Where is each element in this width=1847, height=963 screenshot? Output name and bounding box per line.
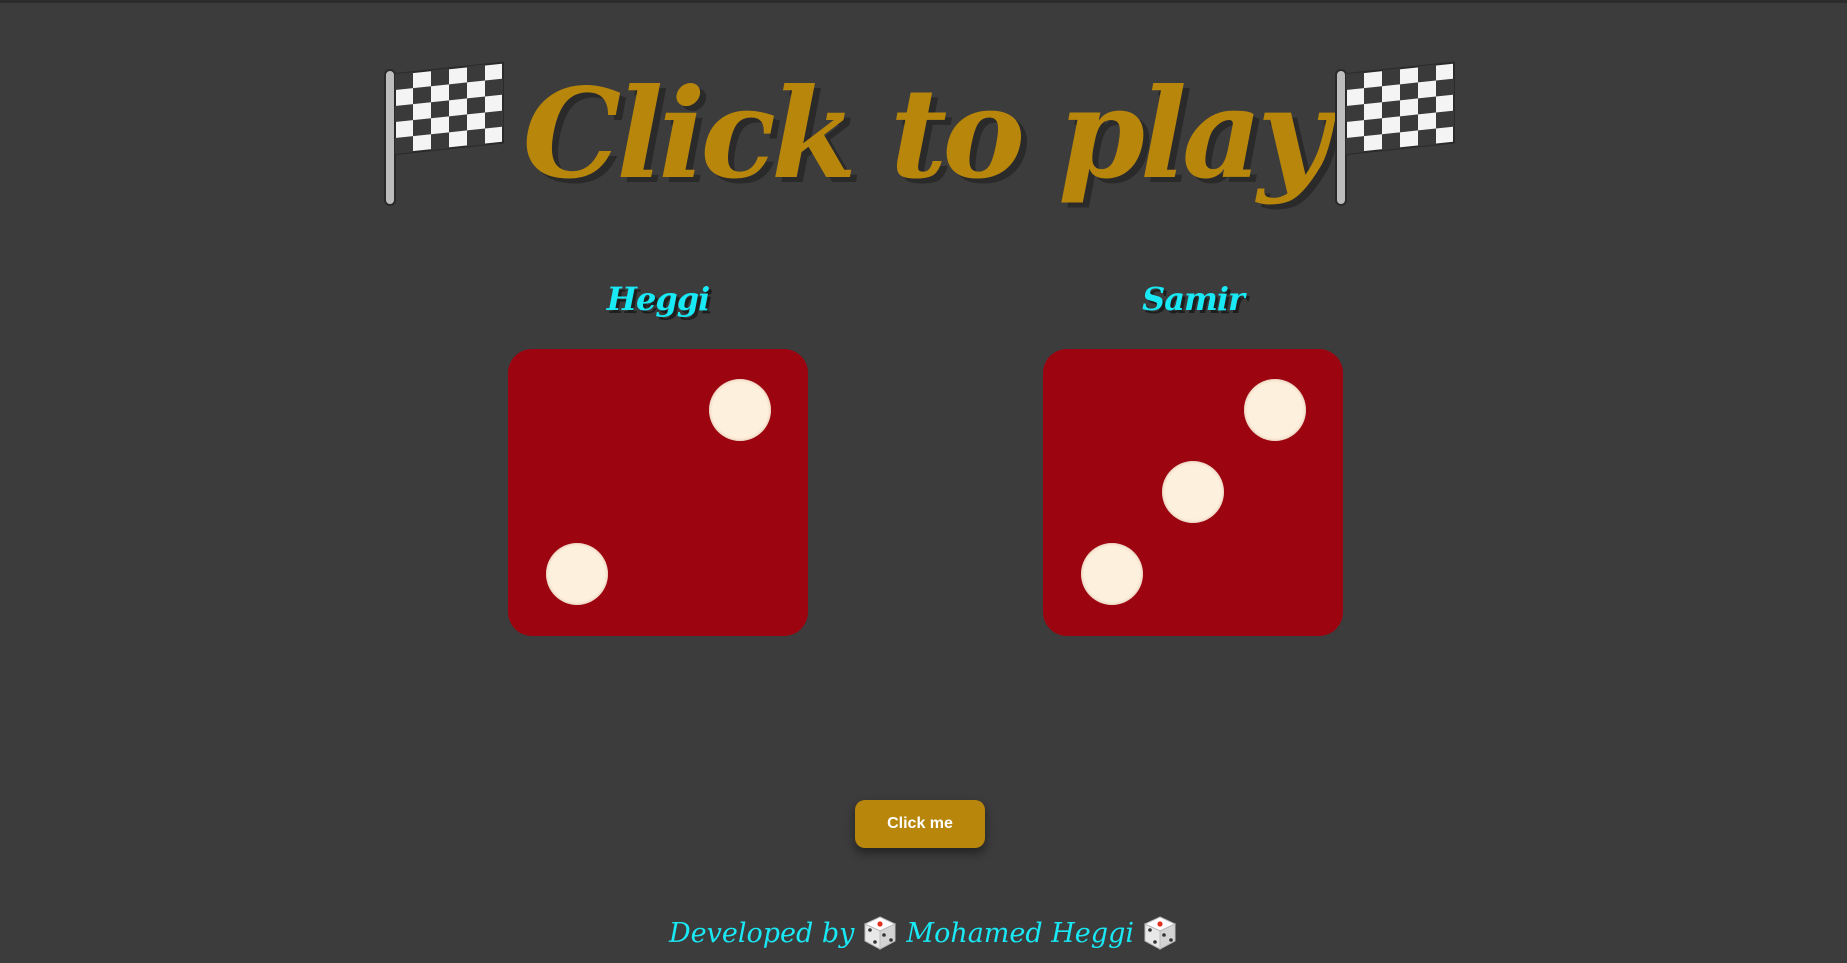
top-border <box>0 0 1847 3</box>
footer: Developed by Mohamed Heggi <box>0 915 1847 951</box>
footer-prefix: Developed by <box>669 917 855 949</box>
player-1-die <box>508 349 808 636</box>
title-text: Click to play <box>522 61 1330 207</box>
die-pip <box>1244 379 1306 441</box>
roll-button[interactable]: Click me <box>855 800 985 848</box>
footer-author: Mohamed Heggi <box>906 917 1134 949</box>
player-2-die <box>1043 349 1343 636</box>
die-pip <box>546 543 608 605</box>
game-die-icon <box>862 915 898 951</box>
checkered-flag-icon <box>1324 60 1474 210</box>
player-1-name: Heggi <box>606 280 711 318</box>
game-die-icon <box>1142 915 1178 951</box>
die-pip <box>709 379 771 441</box>
checkered-flag-icon <box>373 60 523 210</box>
die-pip <box>1162 461 1224 523</box>
page-title: Click to play <box>0 60 1847 210</box>
die-pip <box>1081 543 1143 605</box>
player-2-name: Samir <box>1142 280 1245 318</box>
